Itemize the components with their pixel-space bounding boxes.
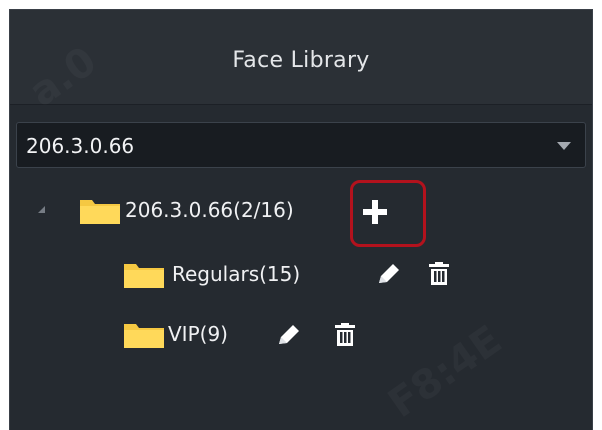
folder-icon: [124, 324, 164, 348]
chevron-down-icon[interactable]: [557, 142, 571, 150]
trash-icon[interactable]: [333, 322, 357, 348]
collapse-triangle-icon[interactable]: [38, 206, 45, 213]
tree-root-label[interactable]: 206.3.0.66(2/16): [125, 198, 294, 222]
tree-item-regulars[interactable]: Regulars(15): [10, 248, 592, 288]
trash-icon[interactable]: [427, 261, 451, 287]
add-button-highlight: [350, 180, 426, 247]
folder-icon: [80, 200, 120, 224]
pencil-icon[interactable]: [376, 261, 402, 287]
face-library-panel: Face Library a.0 F8:4E 206.3.0.66 206.3.…: [9, 9, 593, 430]
device-select-value: 206.3.0.66: [26, 134, 135, 158]
panel-title: Face Library: [232, 48, 370, 73]
tree-item-label[interactable]: VIP(9): [168, 322, 228, 346]
pencil-icon[interactable]: [276, 322, 302, 348]
panel-header: Face Library: [10, 10, 592, 105]
folder-icon: [124, 264, 164, 288]
tree-item-vip[interactable]: VIP(9): [10, 310, 592, 350]
tree-item-label[interactable]: Regulars(15): [172, 262, 300, 286]
tree-root-row[interactable]: 206.3.0.66(2/16): [10, 180, 592, 224]
device-select[interactable]: 206.3.0.66: [16, 122, 586, 168]
